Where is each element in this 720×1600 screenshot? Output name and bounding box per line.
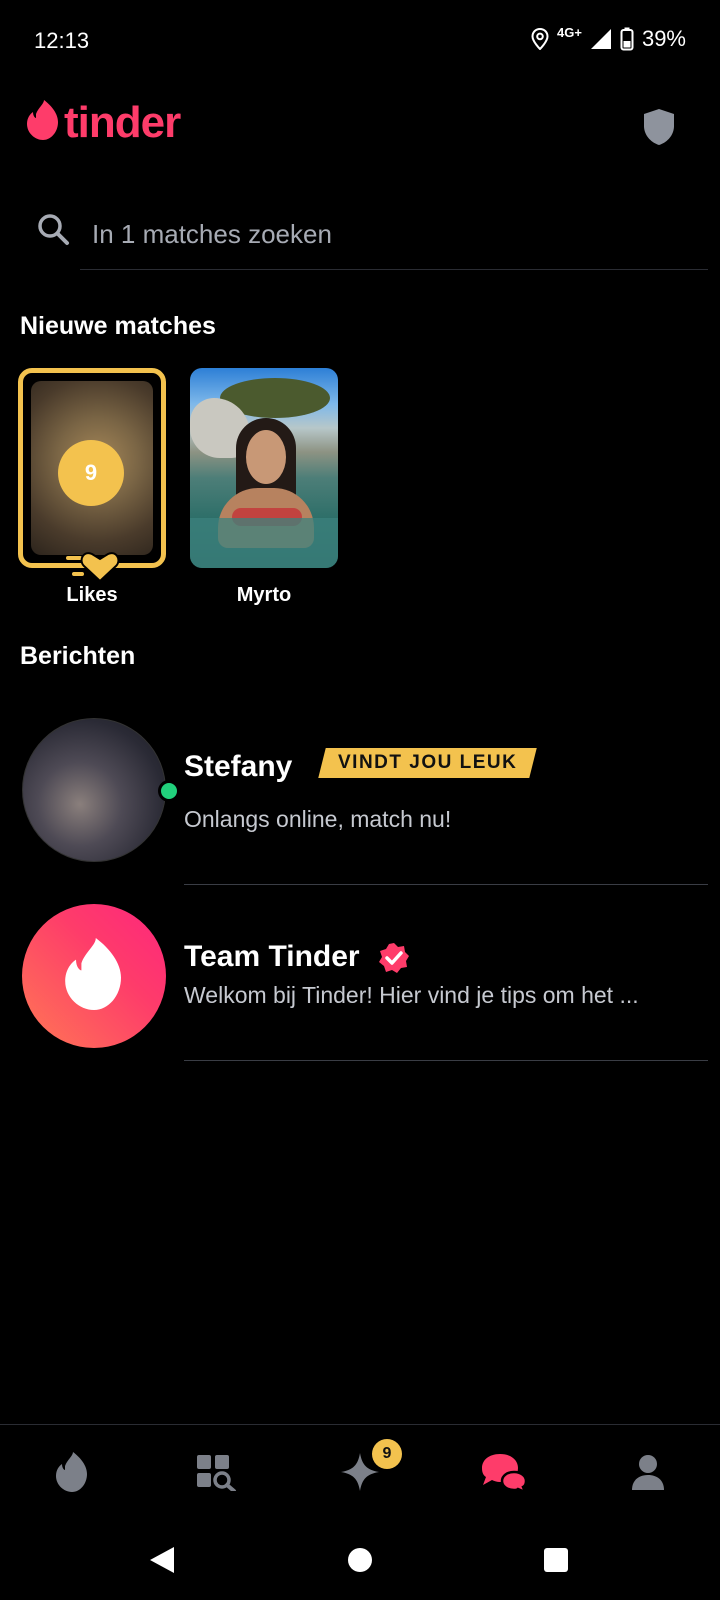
match-name: Myrto: [236, 584, 292, 606]
battery-icon: [620, 27, 634, 51]
divider: [184, 884, 708, 885]
message-preview: Welkom bij Tinder! Hier vind je tips om …: [184, 982, 639, 1008]
logo-text: tinder: [64, 97, 181, 147]
nav-messages[interactable]: [474, 1449, 534, 1499]
nav-explore[interactable]: [186, 1449, 246, 1499]
online-indicator: [158, 780, 180, 802]
back-triangle-icon: [148, 1545, 176, 1580]
network-type: 4G+: [557, 24, 582, 40]
nav-swipe[interactable]: [42, 1449, 102, 1499]
safety-shield-button[interactable]: [642, 108, 676, 151]
shield-icon: [642, 109, 676, 150]
match-photo-myrto[interactable]: [190, 368, 338, 568]
search-icon: [36, 212, 70, 251]
message-name: Team Tinder: [184, 940, 360, 973]
system-nav-bar: [0, 1522, 720, 1600]
nav-profile[interactable]: [618, 1449, 678, 1499]
signal-icon: [590, 28, 612, 50]
home-button[interactable]: [340, 1542, 380, 1582]
location-icon: [531, 28, 549, 50]
message-name: Stefany: [184, 750, 293, 783]
home-circle-icon: [347, 1547, 373, 1578]
flame-icon: [55, 1451, 89, 1497]
back-button[interactable]: [142, 1542, 182, 1582]
message-preview: Onlangs online, match nu!: [184, 806, 452, 832]
likes-you-tag: VINDT JOU LEUK: [318, 748, 538, 778]
search-input[interactable]: [80, 200, 708, 270]
status-icons: 4G+ 39%: [531, 24, 686, 52]
recents-square-icon: [543, 1547, 569, 1578]
battery-percent: 39%: [641, 26, 686, 51]
tinder-logo[interactable]: tinder: [26, 97, 181, 147]
divider: [184, 1060, 708, 1061]
search-bar: [0, 200, 720, 272]
status-bar: 12:13 4G+ 39%: [0, 0, 720, 86]
gold-count-badge: 9: [372, 1439, 402, 1469]
likes-label: Likes: [66, 584, 118, 606]
recents-button[interactable]: [536, 1542, 576, 1582]
message-row-stefany[interactable]: [0, 700, 720, 880]
chat-icon: [480, 1452, 528, 1497]
heart-icon: [62, 548, 122, 587]
status-time: 12:13: [34, 28, 90, 53]
app-header: tinder: [0, 96, 720, 156]
message-row-team-tinder[interactable]: [0, 900, 720, 1060]
explore-icon: [195, 1453, 237, 1496]
avatar: [22, 904, 166, 1048]
flame-logo-icon: [26, 100, 60, 145]
bottom-nav: 9: [0, 1424, 720, 1522]
avatar: [22, 718, 166, 862]
verified-badge-icon: [378, 942, 410, 979]
messages-title: Berichten: [20, 642, 136, 670]
flame-icon: [62, 937, 126, 1015]
profile-icon: [631, 1453, 665, 1496]
new-matches-title: Nieuwe matches: [20, 312, 216, 340]
likes-count-badge: 9: [58, 440, 124, 506]
